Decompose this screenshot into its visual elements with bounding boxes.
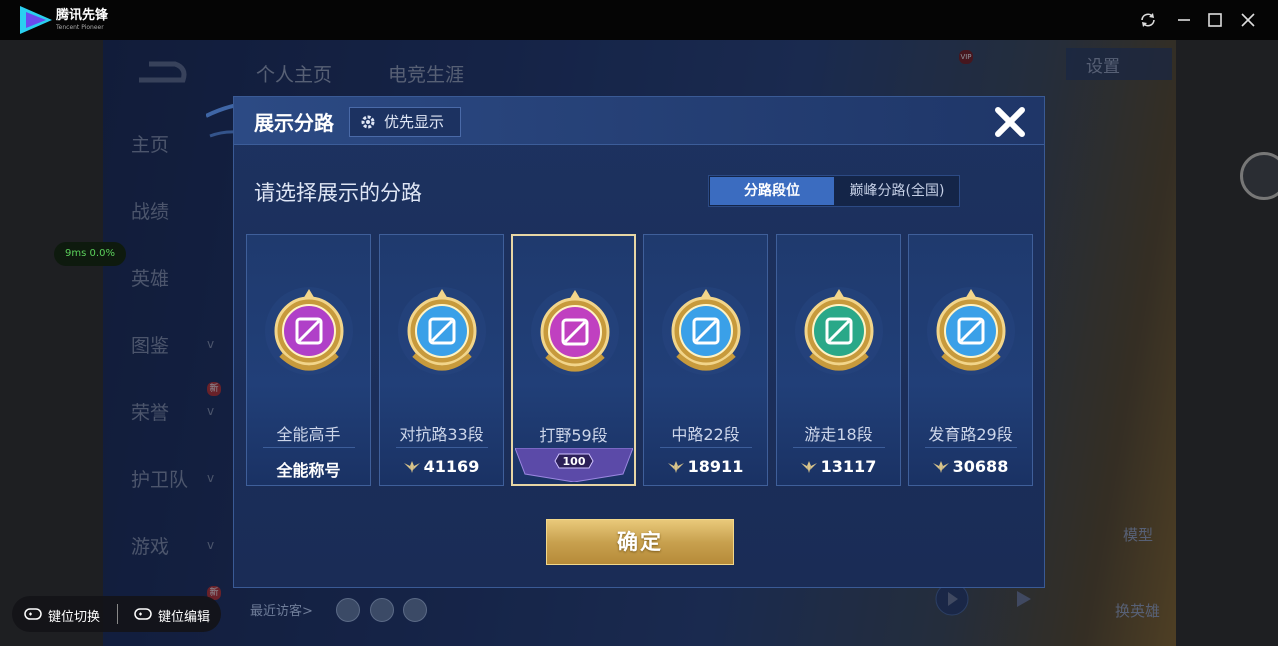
lane-rank-label: 打野59段 xyxy=(539,426,608,445)
title-bar: 腾讯先锋 Tencent Pioneer xyxy=(0,0,1278,40)
chevron-down-icon: v xyxy=(207,404,215,418)
sidebar-item-records[interactable]: 战绩 xyxy=(131,197,169,224)
lane-rank-label: 游走18段 xyxy=(804,425,873,444)
divider xyxy=(396,447,488,448)
chevron-down-icon: v xyxy=(207,337,215,351)
score-wings-icon xyxy=(667,461,684,473)
key-edit-button[interactable]: 键位编辑 xyxy=(158,606,210,625)
lane-score-value: 41169 xyxy=(423,457,480,476)
farm-lane-emblem-icon xyxy=(927,287,1015,375)
score-wings-icon xyxy=(800,461,817,473)
change-hero-label[interactable]: 换英雄 xyxy=(1115,600,1160,621)
sidebar-item-guard-team[interactable]: 护卫队 xyxy=(131,465,188,492)
score-wings-icon xyxy=(403,461,420,473)
chevron-down-icon: v xyxy=(207,538,215,552)
app-logo-icon xyxy=(20,6,52,34)
gamepad-icon xyxy=(134,608,152,620)
select-lane-prompt: 请选择展示的分路 xyxy=(254,181,422,205)
sidebar-item-honors[interactable]: 荣誉 xyxy=(131,398,169,425)
key-mapping-bar: 键位切换 键位编辑 xyxy=(12,596,221,632)
back-arrow-icon[interactable] xyxy=(133,58,189,86)
dialog-title: 展示分路 xyxy=(254,111,334,135)
show-lane-dialog: 展示分路 优先显示 请选择展示的分路 分路段位 巅峰分路(全国) 全能高手全能称… xyxy=(233,96,1045,588)
dialog-header: 展示分路 优先显示 xyxy=(234,97,1044,145)
lane-score: 13117 xyxy=(777,457,900,476)
sidebar-item-heroes[interactable]: 英雄 xyxy=(131,264,169,291)
app-subtitle: Tencent Pioneer xyxy=(56,24,104,31)
close-icon[interactable] xyxy=(991,103,1029,141)
app-title: 腾讯先锋 xyxy=(56,8,109,23)
close-window-icon[interactable] xyxy=(1238,10,1258,30)
vip-badge: VIP xyxy=(959,50,973,64)
tab-profile[interactable]: 个人主页 xyxy=(256,60,332,87)
lane-score: 30688 xyxy=(909,457,1032,476)
refresh-icon[interactable] xyxy=(1138,10,1158,30)
mid-lane-emblem-icon xyxy=(662,287,750,375)
maximize-icon[interactable] xyxy=(1205,10,1225,30)
lane-score: 全能称号 xyxy=(247,457,370,481)
segment-peak-lane[interactable]: 巅峰分路(全国) xyxy=(836,177,958,205)
rank-level-value: 100 xyxy=(562,455,586,468)
lane-rank-label: 发育路29段 xyxy=(928,425,1013,444)
card-mid-lane[interactable]: 中路22段 18911 xyxy=(643,234,768,486)
card-clash-lane[interactable]: 对抗路33段 41169 xyxy=(379,234,504,486)
card-allround[interactable]: 全能高手 全能称号 xyxy=(246,234,371,486)
jungle-emblem-icon xyxy=(531,288,619,376)
new-badge: 新 xyxy=(207,382,221,396)
sidebar-item-games[interactable]: 游戏 xyxy=(131,532,169,559)
confirm-button[interactable]: 确定 xyxy=(546,519,734,565)
card-roam[interactable]: 游走18段 13117 xyxy=(776,234,901,486)
divider xyxy=(117,604,118,624)
sidebar-item-home[interactable]: 主页 xyxy=(131,130,169,157)
network-status-badge: 9ms 0.0% xyxy=(54,242,126,266)
visitor-avatar[interactable] xyxy=(403,598,427,622)
lane-score-value: 13117 xyxy=(820,457,877,476)
lane-score: 41169 xyxy=(380,457,503,476)
sidebar-item-codex[interactable]: 图鉴 xyxy=(131,331,169,358)
play-icon[interactable] xyxy=(1009,586,1035,612)
card-jungle[interactable]: 打野59段 100 xyxy=(511,234,636,486)
priority-display-button[interactable]: 优先显示 xyxy=(349,107,461,137)
lane-score-value: 全能称号 xyxy=(276,461,341,480)
lane-rank-label: 对抗路33段 xyxy=(399,425,484,444)
lane-score-value: 18911 xyxy=(687,457,744,476)
model-label[interactable]: 模型 xyxy=(1123,524,1153,545)
allround-emblem-icon xyxy=(265,287,353,375)
rank-level-ribbon: 100 xyxy=(515,448,633,482)
divider xyxy=(263,447,355,448)
divider xyxy=(925,447,1017,448)
recent-visitors-label[interactable]: 最近访客> xyxy=(250,600,313,619)
gear-icon xyxy=(361,115,375,129)
lane-view-segmented-control: 分路段位 巅峰分路(全国) xyxy=(708,175,960,207)
divider xyxy=(660,447,752,448)
score-wings-icon xyxy=(932,461,949,473)
clash-lane-emblem-icon xyxy=(398,287,486,375)
minimize-icon[interactable] xyxy=(1174,10,1194,30)
roam-emblem-icon xyxy=(795,287,883,375)
chevron-down-icon: v xyxy=(207,471,215,485)
key-switch-button[interactable]: 键位切换 xyxy=(48,606,100,625)
lane-score: 18911 xyxy=(644,457,767,476)
lane-score-value: 30688 xyxy=(952,457,1009,476)
segment-lane-rank[interactable]: 分路段位 xyxy=(710,177,834,205)
divider xyxy=(793,447,885,448)
lane-rank-label: 中路22段 xyxy=(671,425,740,444)
priority-display-label: 优先显示 xyxy=(384,113,445,131)
gamepad-icon xyxy=(24,608,42,620)
settings-button[interactable]: 设置 xyxy=(1066,48,1172,80)
lane-rank-label: 全能高手 xyxy=(276,425,341,444)
visitor-avatar[interactable] xyxy=(370,598,394,622)
side-handle[interactable] xyxy=(1240,152,1278,200)
visitor-avatar[interactable] xyxy=(336,598,360,622)
tab-esports-career[interactable]: 电竞生涯 xyxy=(388,60,464,87)
card-farm-lane[interactable]: 发育路29段 30688 xyxy=(908,234,1033,486)
